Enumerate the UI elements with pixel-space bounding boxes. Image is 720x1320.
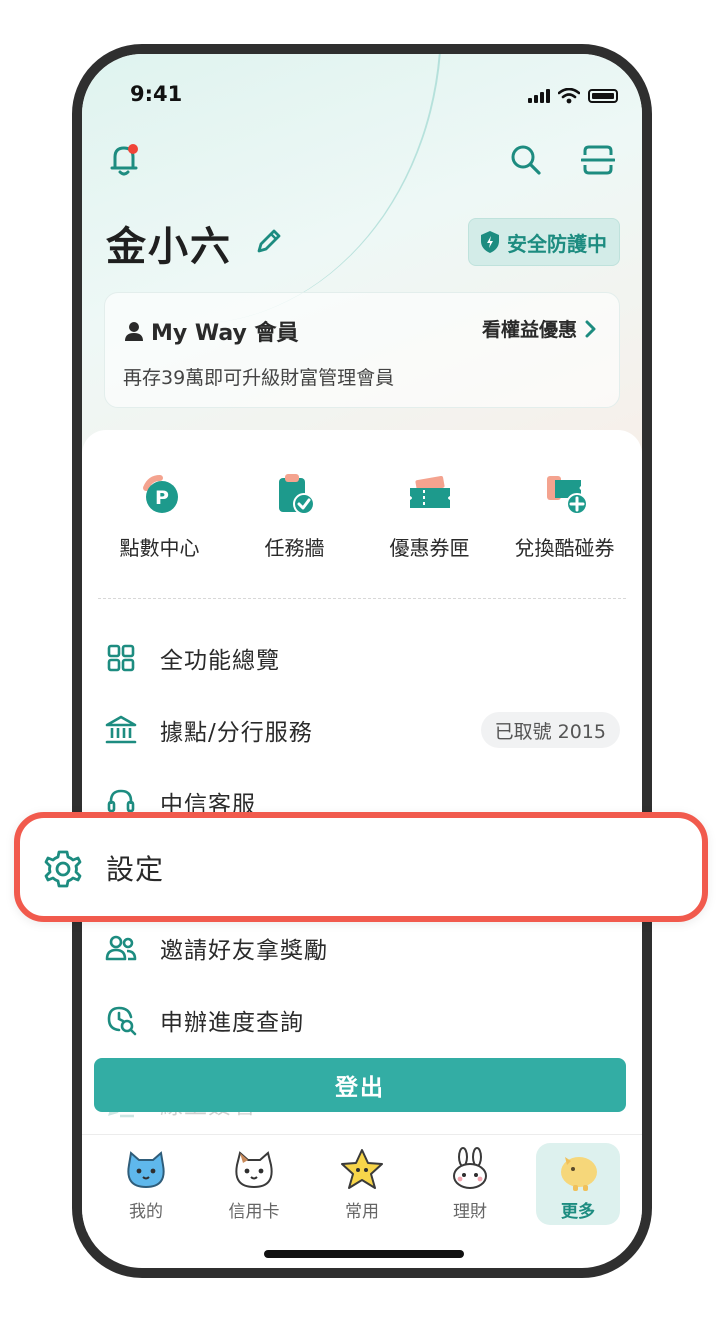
blue-cat-icon: [127, 1151, 165, 1189]
security-badge-label: 安全防護中: [507, 231, 607, 256]
exchange-coupon-icon: [541, 470, 589, 518]
member-upgrade-hint: 再存39萬即可升級財富管理會員: [123, 367, 395, 389]
view-benefits-link[interactable]: 看權益優惠: [482, 315, 597, 342]
tab-common[interactable]: 常用: [320, 1143, 404, 1225]
svg-text:P: P: [155, 487, 169, 509]
menu-item-branch-service[interactable]: 據點/分行服務 已取號 2015: [82, 702, 642, 758]
quick-actions: P 點數中心 任務牆 優惠券匣 兌換酷碰券: [82, 470, 642, 561]
cellular-signal-icon: [528, 89, 550, 103]
white-cat-icon: [235, 1151, 273, 1189]
notification-bell-icon[interactable]: [104, 140, 144, 180]
bottom-tab-bar: 我的 信用卡 常用 理財 更多: [82, 1134, 642, 1232]
tab-wealth[interactable]: 理財: [428, 1143, 512, 1225]
queue-number-badge: 已取號 2015: [480, 712, 620, 748]
phone-frame: 9:41 金小六 安全防護中 My Way 會員 看權益優惠 再存39萬即可升級…: [72, 44, 652, 1278]
scan-icon[interactable]: [578, 140, 618, 180]
status-time: 9:41: [130, 82, 183, 106]
star-icon: [341, 1149, 383, 1189]
grid-icon: [104, 641, 138, 675]
quick-action-exchange[interactable]: 兌換酷碰券: [500, 470, 630, 561]
member-card[interactable]: My Way 會員 看權益優惠 再存39萬即可升級財富管理會員: [104, 292, 620, 408]
quick-action-label: 兌換酷碰券: [514, 536, 615, 560]
menu-item-invite-friends[interactable]: 邀請好友拿獎勵: [82, 920, 642, 976]
piggy-icon: [561, 1157, 597, 1191]
chevron-right-icon: [585, 320, 596, 337]
status-bar: 9:41: [82, 76, 642, 116]
menu-item-label: 設定: [106, 853, 165, 886]
quick-action-label: 任務牆: [264, 536, 325, 560]
wifi-icon: [558, 88, 580, 104]
person-icon: [125, 322, 143, 341]
people-icon: [104, 931, 138, 965]
menu-item-application-progress[interactable]: 申辦進度查詢: [82, 992, 642, 1048]
edit-pencil-icon[interactable]: [254, 226, 284, 256]
quick-action-points[interactable]: P 點數中心: [95, 470, 225, 561]
security-status-badge[interactable]: 安全防護中: [468, 218, 620, 266]
user-name: 金小六: [106, 224, 232, 270]
quick-action-label: 優惠券匣: [389, 536, 470, 560]
menu-item-label: 申辦進度查詢: [160, 1010, 304, 1036]
shield-icon: [481, 231, 499, 253]
tab-label: 理財: [453, 1202, 487, 1222]
search-icon[interactable]: [506, 140, 546, 180]
points-icon: P: [136, 470, 184, 518]
progress-search-icon: [104, 1003, 138, 1037]
section-divider: [98, 598, 626, 599]
battery-icon: [588, 89, 618, 103]
view-benefits-label: 看權益優惠: [481, 319, 577, 341]
home-indicator: [264, 1250, 464, 1258]
tab-more[interactable]: 更多: [536, 1143, 620, 1225]
coupon-icon: [406, 470, 454, 518]
menu-item-settings[interactable]: 設定: [14, 812, 708, 922]
quick-action-coupons[interactable]: 優惠券匣: [365, 470, 495, 561]
tab-label: 信用卡: [228, 1202, 280, 1222]
logout-button[interactable]: 登出: [94, 1058, 626, 1112]
bunny-icon: [453, 1147, 487, 1189]
quick-action-tasks[interactable]: 任務牆: [230, 470, 360, 561]
tab-label: 常用: [345, 1202, 379, 1222]
status-icons: [528, 88, 618, 104]
gear-icon: [44, 850, 82, 888]
menu-item-all-functions[interactable]: 全功能總覽: [82, 630, 642, 686]
tab-label: 更多: [561, 1202, 595, 1222]
menu-item-label: 據點/分行服務: [160, 720, 313, 746]
menu-item-label: 全功能總覽: [160, 648, 280, 674]
tab-label: 我的: [129, 1202, 163, 1222]
member-title-label: My Way 會員: [151, 321, 299, 346]
tab-credit-card[interactable]: 信用卡: [212, 1143, 296, 1225]
task-clipboard-icon: [271, 470, 319, 518]
menu-item-label: 邀請好友拿獎勵: [160, 938, 328, 964]
member-title: My Way 會員: [123, 315, 299, 347]
quick-action-label: 點數中心: [119, 536, 200, 560]
tab-my[interactable]: 我的: [104, 1143, 188, 1225]
bank-building-icon: [104, 713, 138, 747]
